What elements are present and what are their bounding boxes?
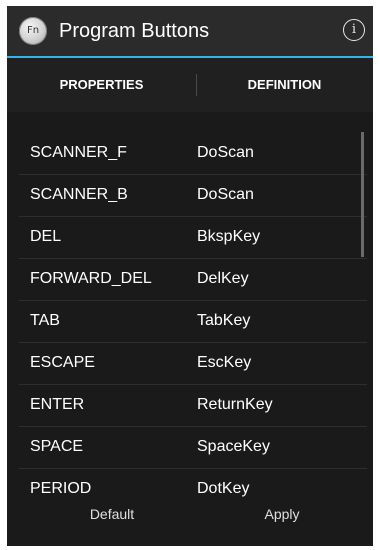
list-item[interactable]: ESCAPE EscKey — [19, 342, 367, 385]
list-item[interactable]: SPACE SpaceKey — [19, 426, 367, 469]
button-action: ReturnKey — [197, 396, 273, 413]
button-name: SPACE — [30, 438, 84, 455]
info-glyph: i — [351, 22, 357, 37]
button-name: ESCAPE — [30, 354, 95, 371]
app-icon-label: Fn — [26, 25, 40, 36]
list-item[interactable]: ENTER ReturnKey — [19, 384, 367, 427]
tab-definition[interactable]: DEFINITION — [196, 58, 373, 112]
button-name: TAB — [30, 312, 60, 329]
list-item[interactable]: SCANNER_F DoScan — [19, 132, 367, 175]
button-action: DoScan — [197, 144, 254, 161]
bottom-button-bar: Default Apply — [7, 502, 373, 546]
button-action: TabKey — [197, 312, 251, 329]
button-action: EscKey — [197, 354, 252, 371]
tab-bar: PROPERTIES DEFINITION — [7, 58, 373, 163]
button-name: DEL — [30, 228, 62, 245]
button-name: SCANNER_B — [30, 186, 128, 203]
list-scrollbar[interactable] — [361, 132, 364, 257]
button-name: SCANNER_F — [30, 144, 127, 161]
button-action: BkspKey — [197, 228, 261, 245]
list-item[interactable]: TAB TabKey — [19, 300, 367, 343]
list-item[interactable]: FORWARD_DEL DelKey — [19, 258, 367, 301]
apply-button[interactable]: Apply — [217, 502, 347, 526]
button-action: DelKey — [197, 270, 249, 287]
info-icon[interactable]: i — [343, 19, 365, 41]
tab-properties[interactable]: PROPERTIES — [7, 58, 196, 112]
fn-key-icon[interactable]: Fn — [19, 17, 47, 45]
button-mapping-list[interactable]: SCANNER_F DoScan SCANNER_B DoScan DEL Bk… — [7, 112, 373, 502]
page-title: Program Buttons — [59, 20, 210, 42]
button-name: FORWARD_DEL — [30, 270, 152, 287]
button-action: SpaceKey — [197, 438, 270, 455]
default-button[interactable]: Default — [47, 502, 177, 526]
button-action: DoScan — [197, 186, 254, 203]
action-bar: Fn Program Buttons i — [7, 6, 373, 56]
list-item[interactable]: SCANNER_B DoScan — [19, 174, 367, 217]
list-item[interactable]: DEL BkspKey — [19, 216, 367, 259]
button-name: ENTER — [30, 396, 85, 413]
program-buttons-window: Fn Program Buttons i PROPERTIES DEFINITI… — [7, 6, 373, 546]
